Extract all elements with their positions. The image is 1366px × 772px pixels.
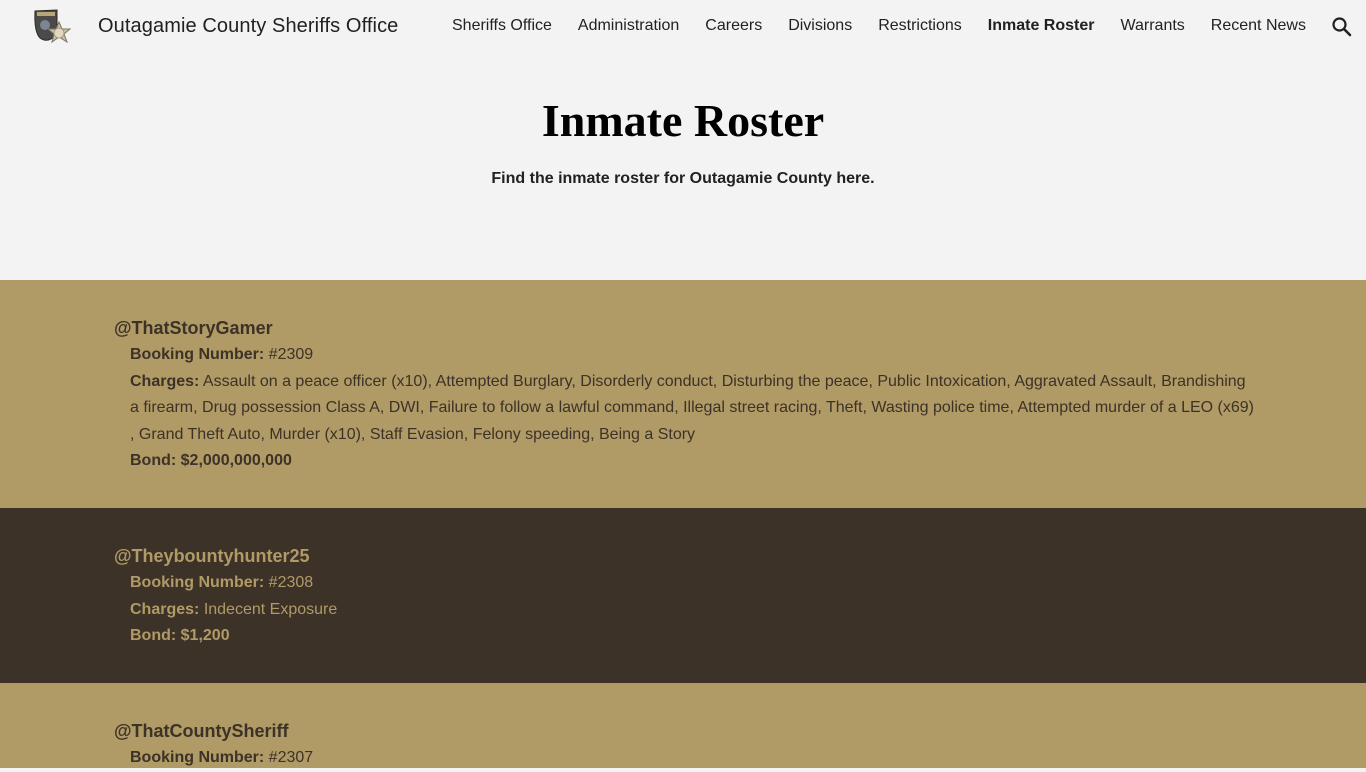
nav-sheriffs-office[interactable]: Sheriffs Office xyxy=(452,17,552,35)
bond-value: $1,200 xyxy=(180,627,230,644)
booking-number-label: Booking Number: xyxy=(130,574,265,591)
inmate-section: @ThatCountySheriff Booking Number: #2307 xyxy=(0,683,1366,768)
nav-inmate-roster[interactable]: Inmate Roster xyxy=(988,17,1095,35)
site-header: Outagamie County Sheriffs Office Sheriff… xyxy=(0,0,1366,56)
bond-label: Bond: xyxy=(130,627,177,644)
booking-number-value: #2307 xyxy=(268,749,314,766)
sheriff-badge-logo-icon[interactable] xyxy=(32,8,76,50)
booking-number-value: #2308 xyxy=(268,574,314,591)
charges-row: Charges: Assault on a peace officer (x10… xyxy=(130,369,1254,449)
inmate-entry: @Theybountyhunter25 Booking Number: #230… xyxy=(114,545,1254,650)
booking-number-value: #2309 xyxy=(268,346,314,363)
page-title: Inmate Roster xyxy=(541,95,825,146)
booking-number-row: Booking Number: #2309 xyxy=(130,342,1254,369)
booking-number-row: Booking Number: #2308 xyxy=(130,570,1254,597)
inmate-entry: @ThatCountySheriff Booking Number: #2307 xyxy=(114,720,1254,772)
nav-restrictions[interactable]: Restrictions xyxy=(878,17,962,35)
charges-value: Assault on a peace officer (x10), Attemp… xyxy=(130,372,1255,443)
inmate-section: @Theybountyhunter25 Booking Number: #230… xyxy=(0,508,1366,683)
search-icon[interactable] xyxy=(1331,16,1353,38)
charges-row: Charges: Indecent Exposure xyxy=(130,597,1254,624)
nav-careers[interactable]: Careers xyxy=(705,17,762,35)
bond-value: $2,000,000,000 xyxy=(180,452,292,469)
bond-row: Bond: $1,200 xyxy=(130,623,1254,650)
bond-row: Bond: $2,000,000,000 xyxy=(130,448,1254,475)
inmate-name: @ThatStoryGamer xyxy=(114,318,273,338)
inmate-name: @Theybountyhunter25 xyxy=(114,546,310,566)
nav-administration[interactable]: Administration xyxy=(578,17,679,35)
charges-label: Charges: xyxy=(130,372,200,390)
site-title[interactable]: Outagamie County Sheriffs Office xyxy=(98,15,398,38)
inmate-section: @ThatStoryGamer Booking Number: #2309 Ch… xyxy=(0,280,1366,508)
booking-number-label: Booking Number: xyxy=(130,749,265,766)
nav-warrants[interactable]: Warrants xyxy=(1120,17,1184,35)
booking-number-label: Booking Number: xyxy=(130,346,265,363)
charges-label: Charges: xyxy=(130,600,200,618)
nav-divisions[interactable]: Divisions xyxy=(788,17,852,35)
inmate-name: @ThatCountySheriff xyxy=(114,721,289,741)
inmate-entry: @ThatStoryGamer Booking Number: #2309 Ch… xyxy=(114,317,1254,475)
charges-value: Indecent Exposure xyxy=(203,600,338,618)
hero-section: Inmate Roster Find the inmate roster for… xyxy=(0,56,1366,280)
nav-recent-news[interactable]: Recent News xyxy=(1211,17,1306,35)
main-nav: Sheriffs Office Administration Careers D… xyxy=(452,17,1332,35)
bond-label: Bond: xyxy=(130,452,177,469)
page-subtitle: Find the inmate roster for Outagamie Cou… xyxy=(491,170,875,187)
